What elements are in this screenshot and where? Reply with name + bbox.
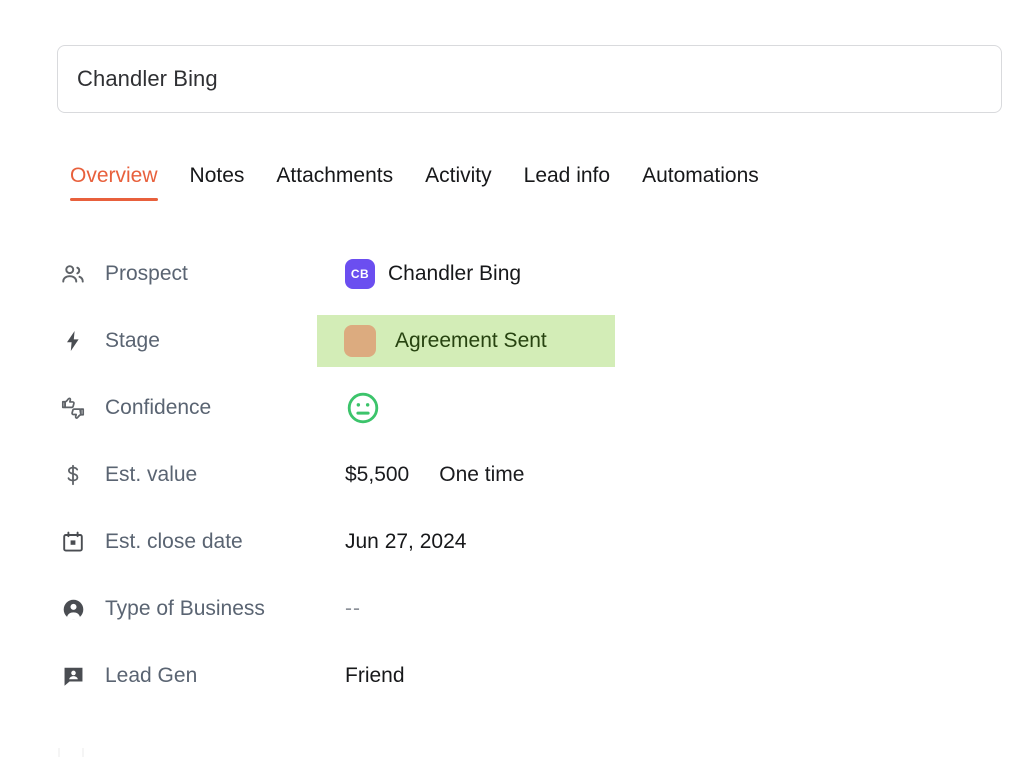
est-close-date-text: Jun 27, 2024	[345, 530, 466, 554]
field-value-prospect[interactable]: CB Chandler Bing	[345, 259, 521, 289]
tab-notes-label: Notes	[190, 164, 245, 187]
field-value-type-of-business[interactable]: --	[345, 597, 361, 621]
field-row-confidence: Confidence	[0, 382, 1024, 434]
tab-bar: Overview Notes Attachments Activity Lead…	[70, 164, 759, 201]
stage-value: Agreement Sent	[395, 329, 547, 353]
person-badge-icon	[58, 661, 88, 691]
field-label-lead-gen: Lead Gen	[105, 664, 197, 688]
stage-color-swatch	[344, 325, 376, 357]
field-label-prospect: Prospect	[105, 262, 188, 286]
type-of-business-text: --	[345, 597, 361, 621]
tab-automations[interactable]: Automations	[642, 164, 759, 201]
person-circle-icon	[58, 594, 88, 624]
field-label-est-close-date: Est. close date	[105, 530, 243, 554]
field-list: Prospect CB Chandler Bing Stage Agreemen…	[0, 248, 1024, 717]
tab-attachments[interactable]: Attachments	[276, 164, 393, 201]
record-title-input[interactable]: Chandler Bing	[57, 45, 1002, 113]
field-value-lead-gen[interactable]: Friend	[345, 664, 405, 688]
field-row-stage: Stage Agreement Sent	[0, 315, 1024, 367]
field-row-est-close-date: Est. close date Jun 27, 2024	[0, 516, 1024, 568]
field-row-type-of-business: Type of Business --	[0, 583, 1024, 635]
tab-activity[interactable]: Activity	[425, 164, 492, 201]
est-value-frequency: One time	[439, 463, 524, 487]
field-label-type-of-business: Type of Business	[105, 597, 265, 621]
thumbs-up-down-icon	[58, 393, 88, 423]
calendar-icon	[58, 527, 88, 557]
stage-chip[interactable]: Agreement Sent	[317, 315, 615, 367]
lightning-bolt-icon	[58, 326, 88, 356]
partial-next-row	[0, 748, 1024, 757]
field-row-prospect: Prospect CB Chandler Bing	[0, 248, 1024, 300]
tab-attachments-label: Attachments	[276, 164, 393, 187]
prospect-name: Chandler Bing	[388, 262, 521, 286]
tab-activity-label: Activity	[425, 164, 492, 187]
field-row-lead-gen: Lead Gen Friend	[0, 650, 1024, 702]
people-icon	[58, 259, 88, 289]
field-value-est-close-date[interactable]: Jun 27, 2024	[345, 530, 466, 554]
tab-notes[interactable]: Notes	[190, 164, 245, 201]
field-label-confidence: Confidence	[105, 396, 211, 420]
tab-automations-label: Automations	[642, 164, 759, 187]
lead-gen-text: Friend	[345, 664, 405, 688]
record-title-text: Chandler Bing	[77, 66, 218, 92]
tab-overview[interactable]: Overview	[70, 164, 158, 201]
neutral-face-icon	[345, 390, 381, 426]
tab-overview-label: Overview	[70, 164, 158, 187]
field-label-stage: Stage	[105, 329, 160, 353]
tab-lead-info-label: Lead info	[524, 164, 610, 187]
tab-lead-info[interactable]: Lead info	[524, 164, 610, 201]
est-value-amount: $5,500	[345, 463, 409, 487]
field-label-est-value: Est. value	[105, 463, 197, 487]
field-value-confidence[interactable]	[345, 390, 381, 426]
field-row-est-value: Est. value $5,500 One time	[0, 449, 1024, 501]
dollar-sign-icon	[58, 460, 88, 490]
avatar: CB	[345, 259, 375, 289]
field-value-est-value[interactable]: $5,500 One time	[345, 463, 524, 487]
record-detail-page: Chandler Bing Overview Notes Attachments…	[0, 0, 1024, 757]
partial-row-icon	[58, 748, 84, 757]
